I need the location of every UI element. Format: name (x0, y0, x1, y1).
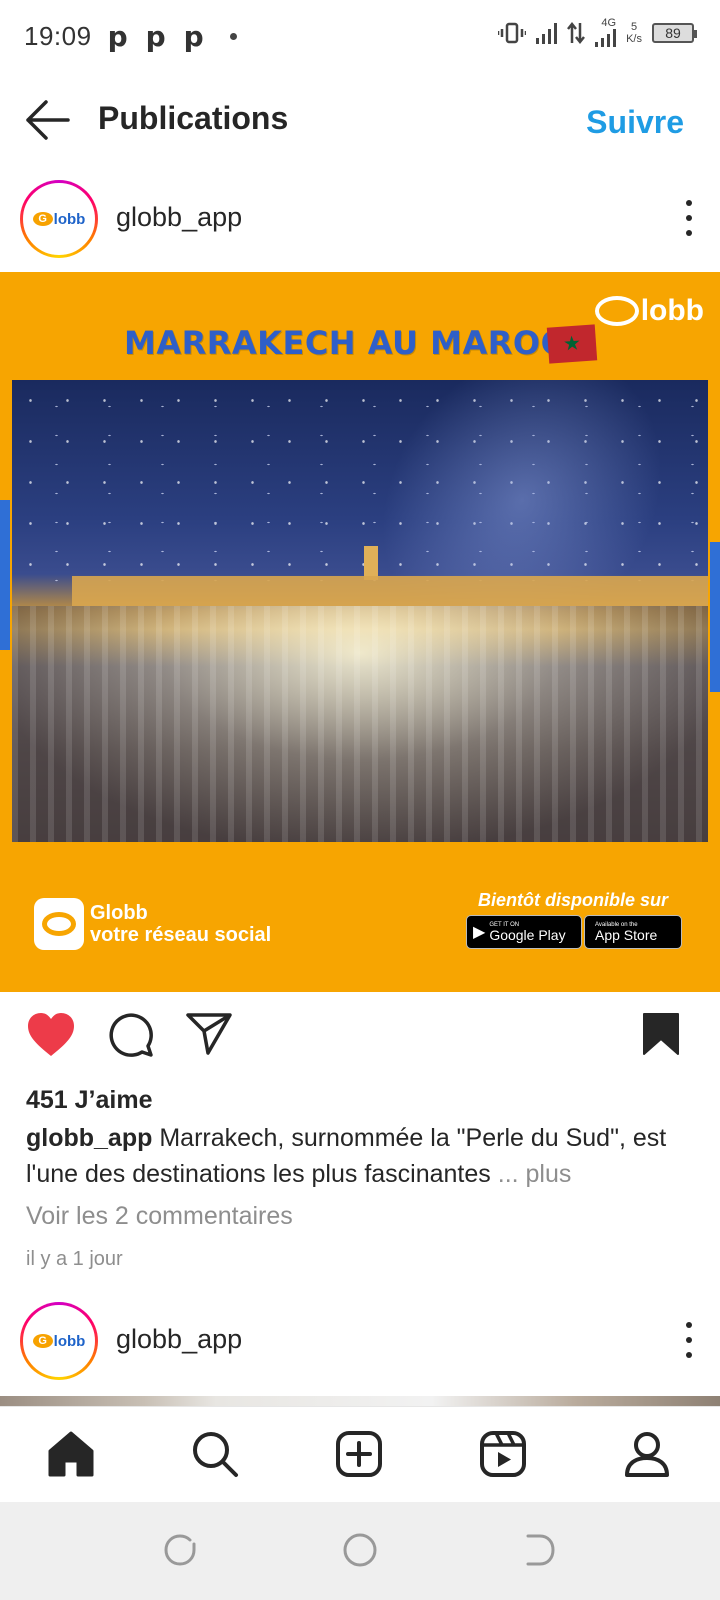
post-username[interactable]: globb_app (116, 1324, 242, 1355)
like-button[interactable] (26, 1012, 76, 1062)
globb-logo-icon: G (32, 212, 53, 226)
speed-value: 5 (630, 20, 638, 33)
post-image[interactable]: lobb MARRAKECH AU MAROC ★ Globb votre ré… (0, 272, 720, 992)
bookmark-filled-icon (643, 1013, 679, 1055)
google-badge-big: Google Play (489, 927, 566, 943)
dot-icon (686, 200, 692, 206)
globb-logo-icon: G (32, 1334, 53, 1348)
apple-badge-big: App Store (595, 927, 658, 943)
more-notifications-dot (229, 32, 237, 40)
post-username[interactable]: globb_app (116, 202, 242, 233)
dot-icon (686, 1322, 692, 1328)
more-options-button[interactable] (686, 200, 696, 236)
marrakech-night-photo (12, 380, 708, 842)
profile-icon (625, 1432, 669, 1477)
send-icon (186, 1013, 232, 1055)
dot-icon (686, 230, 692, 236)
top-bar: Publications Suivre (0, 80, 720, 160)
network-speed: 5 K/s (626, 21, 642, 45)
nav-profile[interactable] (622, 1429, 672, 1479)
more-options-button[interactable] (686, 1322, 696, 1358)
decorative-tab (0, 500, 10, 650)
system-navigation-bar (0, 1502, 720, 1600)
image-app-name: Globb (90, 902, 148, 924)
avatar-logo-text: lobb (53, 210, 86, 228)
comment-button[interactable] (108, 1012, 158, 1062)
recent-apps-button[interactable] (160, 1530, 200, 1570)
next-post-header: Globb globb_app (0, 1302, 720, 1392)
app-store-badge: Available on the App Store (584, 915, 682, 949)
comment-icon (109, 1013, 153, 1057)
next-post-image-preview[interactable] (0, 1396, 720, 1406)
post-timestamp: il y a 1 jour (26, 1248, 123, 1270)
decorative-tab (710, 542, 720, 692)
image-brand-text: lobb (640, 294, 704, 327)
arrow-left-icon (26, 100, 70, 140)
circle-home-icon (343, 1533, 377, 1567)
nav-search[interactable] (190, 1429, 240, 1479)
nav-reels[interactable] (478, 1429, 528, 1479)
back-button[interactable] (24, 98, 72, 142)
vibrate-icon (498, 22, 527, 43)
nav-home[interactable] (46, 1429, 96, 1479)
status-bar: 19:09 p p p 4G 5 K/s 89 (0, 0, 720, 72)
globb-app-icon (34, 898, 84, 950)
battery-icon: 89 (652, 22, 697, 43)
likes-count[interactable]: 451 J’aime (26, 1086, 153, 1115)
status-time: 19:09 (24, 20, 92, 51)
share-button[interactable] (186, 1012, 236, 1062)
nav-create[interactable] (334, 1429, 384, 1479)
view-comments-link[interactable]: Voir les 2 commentaires (26, 1202, 293, 1231)
recent-apps-icon (164, 1534, 196, 1566)
post-caption: globb_app Marrakech, surnommée la "Perle… (26, 1120, 696, 1192)
dot-icon (686, 1337, 692, 1343)
speed-unit: K/s (626, 32, 642, 45)
avatar-logo: Globb (32, 1332, 86, 1350)
google-play-badge: ▶ GET IT ON Google Play (466, 915, 582, 949)
globb-logo-icon (594, 296, 639, 326)
search-icon (193, 1432, 238, 1477)
caption-more-link[interactable]: ... plus (498, 1160, 572, 1188)
back-system-icon (526, 1534, 555, 1566)
notification-icon: p (183, 19, 204, 53)
home-system-button[interactable] (340, 1530, 380, 1570)
avatar[interactable]: Globb (20, 180, 98, 258)
signal-4g-icon: 4G (595, 17, 617, 47)
page-title: Publications (98, 100, 289, 136)
dot-icon (686, 215, 692, 221)
notification-icons: p p p (108, 20, 237, 53)
data-transfer-icon (567, 21, 586, 44)
status-indicators: 4G 5 K/s 89 (498, 17, 697, 47)
morocco-flag-icon: ★ (546, 324, 598, 364)
signal-icon (536, 22, 558, 44)
dot-icon (686, 1352, 692, 1358)
image-title: MARRAKECH AU MAROC (124, 324, 565, 362)
plus-square-icon (336, 1431, 382, 1477)
caption-username[interactable]: globb_app (26, 1124, 152, 1152)
post-actions (0, 1012, 720, 1070)
heart-filled-icon (28, 1013, 74, 1056)
back-system-button[interactable] (520, 1530, 560, 1570)
post-header: Globb globb_app (0, 180, 720, 270)
follow-button[interactable]: Suivre (586, 104, 684, 141)
home-icon (48, 1431, 94, 1477)
avatar[interactable]: Globb (20, 1302, 98, 1380)
save-button[interactable] (642, 1012, 692, 1062)
image-available-text: Bientôt disponible sur (478, 890, 669, 910)
image-brand-logo: lobb (594, 294, 704, 328)
google-play-icon: ▶ (473, 924, 486, 941)
notification-icon: p (107, 19, 128, 53)
battery-level: 89 (665, 24, 681, 41)
notification-icon: p (145, 19, 166, 53)
bottom-nav (0, 1406, 720, 1502)
image-app-tagline: votre réseau social (90, 924, 272, 946)
avatar-logo-text: lobb (53, 1332, 86, 1350)
reels-icon (480, 1431, 526, 1477)
avatar-logo: Globb (32, 210, 86, 228)
network-type: 4G (601, 17, 617, 29)
